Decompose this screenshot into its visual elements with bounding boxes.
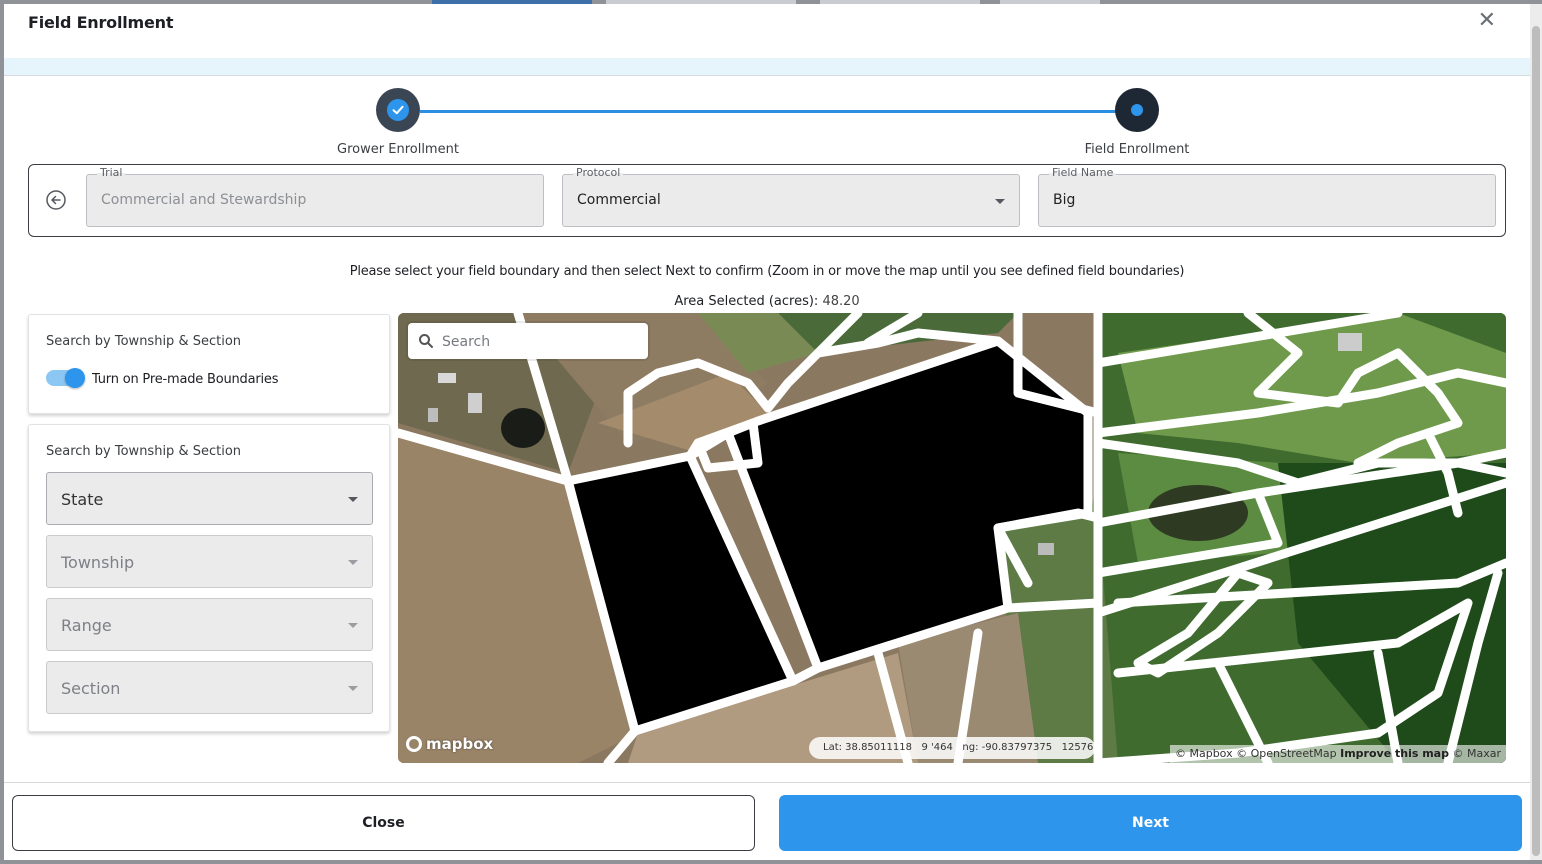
state-select-value: State	[61, 490, 104, 509]
boundaries-panel: Search by Township & Section Turn on Pre…	[28, 314, 390, 414]
premade-boundaries-label: Turn on Pre-made Boundaries	[92, 372, 279, 387]
mapbox-logo[interactable]: mapbox	[406, 735, 493, 753]
field-name-label: Field Name	[1049, 166, 1117, 180]
area-label: Area Selected (acres):	[674, 294, 819, 309]
stepper-connector	[420, 110, 1120, 113]
protocol-label: Protocol	[573, 166, 624, 180]
field-enrollment-modal: Field Enrollment ✕ Grower Enrollment Fie…	[4, 4, 1530, 860]
caret-down-icon	[348, 497, 358, 502]
map-canvas[interactable]: Search mapbox Lat: 38.85011118 9 '464 ng…	[398, 313, 1506, 763]
township-section-panel: Search by Township & Section State Towns…	[28, 424, 390, 732]
mapbox-logo-icon	[406, 736, 422, 752]
current-dot-icon	[1131, 104, 1143, 116]
trial-value: Commercial and Stewardship	[101, 192, 307, 208]
attrib-improve[interactable]: Improve this map	[1340, 747, 1449, 760]
field-name-value: Big	[1053, 192, 1076, 208]
step-current-indicator	[1115, 88, 1159, 132]
step-completed-indicator	[376, 88, 420, 132]
township-panel-title: Search by Township & Section	[46, 444, 242, 459]
scrollbar-thumb[interactable]	[1532, 26, 1540, 856]
attrib-maxar[interactable]: © Maxar	[1452, 747, 1501, 760]
trial-label: Trial	[97, 166, 126, 180]
toggle-knob	[65, 368, 85, 388]
caret-down-icon	[995, 199, 1005, 204]
range-select-value: Range	[61, 616, 112, 635]
section-select[interactable]: Section	[46, 661, 373, 714]
next-button[interactable]: Next	[779, 795, 1522, 851]
info-strip	[4, 58, 1530, 76]
close-icon[interactable]: ✕	[1478, 10, 1496, 32]
stepper: Grower Enrollment Field Enrollment	[4, 88, 1530, 160]
coordinates-readout: Lat: 38.85011118 9 '464 ng: -90.83797375…	[809, 737, 1095, 759]
enrollment-info-box: Trial Commercial and Stewardship Protoco…	[28, 164, 1506, 237]
caret-down-icon	[348, 560, 358, 565]
attrib-osm[interactable]: © OpenStreetMap	[1236, 747, 1337, 760]
attrib-mapbox[interactable]: © Mapbox	[1175, 747, 1233, 760]
area-value: 48.20	[822, 294, 860, 309]
check-icon	[387, 99, 409, 121]
map-search-input[interactable]: Search	[408, 323, 648, 359]
map-attribution: © Mapbox © OpenStreetMap Improve this ma…	[1169, 745, 1506, 763]
section-select-value: Section	[61, 679, 121, 698]
caret-down-icon	[348, 623, 358, 628]
back-arrow-icon[interactable]	[45, 189, 67, 211]
close-button[interactable]: Close	[12, 795, 755, 851]
range-select[interactable]: Range	[46, 598, 373, 651]
modal-header: Field Enrollment ✕	[4, 4, 1530, 58]
boundaries-panel-title: Search by Township & Section	[46, 334, 242, 349]
caret-down-icon	[348, 686, 358, 691]
field-name-input[interactable]: Field Name Big	[1038, 166, 1496, 227]
premade-boundaries-toggle[interactable]	[46, 368, 85, 388]
modal-footer: Close Next	[4, 782, 1530, 860]
protocol-select[interactable]: Protocol Commercial	[562, 166, 1020, 227]
township-select[interactable]: Township	[46, 535, 373, 588]
modal-title: Field Enrollment	[28, 13, 174, 32]
satellite-imagery	[398, 313, 1506, 763]
trial-field: Trial Commercial and Stewardship	[86, 166, 544, 227]
protocol-value: Commercial	[577, 192, 661, 208]
state-select[interactable]: State	[46, 472, 373, 525]
mapbox-logo-text: mapbox	[426, 735, 494, 753]
township-select-value: Township	[61, 553, 135, 572]
step-label-grower-enrollment: Grower Enrollment	[337, 142, 459, 157]
area-selected: Area Selected (acres): 48.20	[4, 294, 1530, 309]
step-label-field-enrollment: Field Enrollment	[1084, 142, 1190, 157]
map-search-placeholder: Search	[442, 334, 491, 350]
instructions-text: Please select your field boundary and th…	[349, 264, 1185, 279]
